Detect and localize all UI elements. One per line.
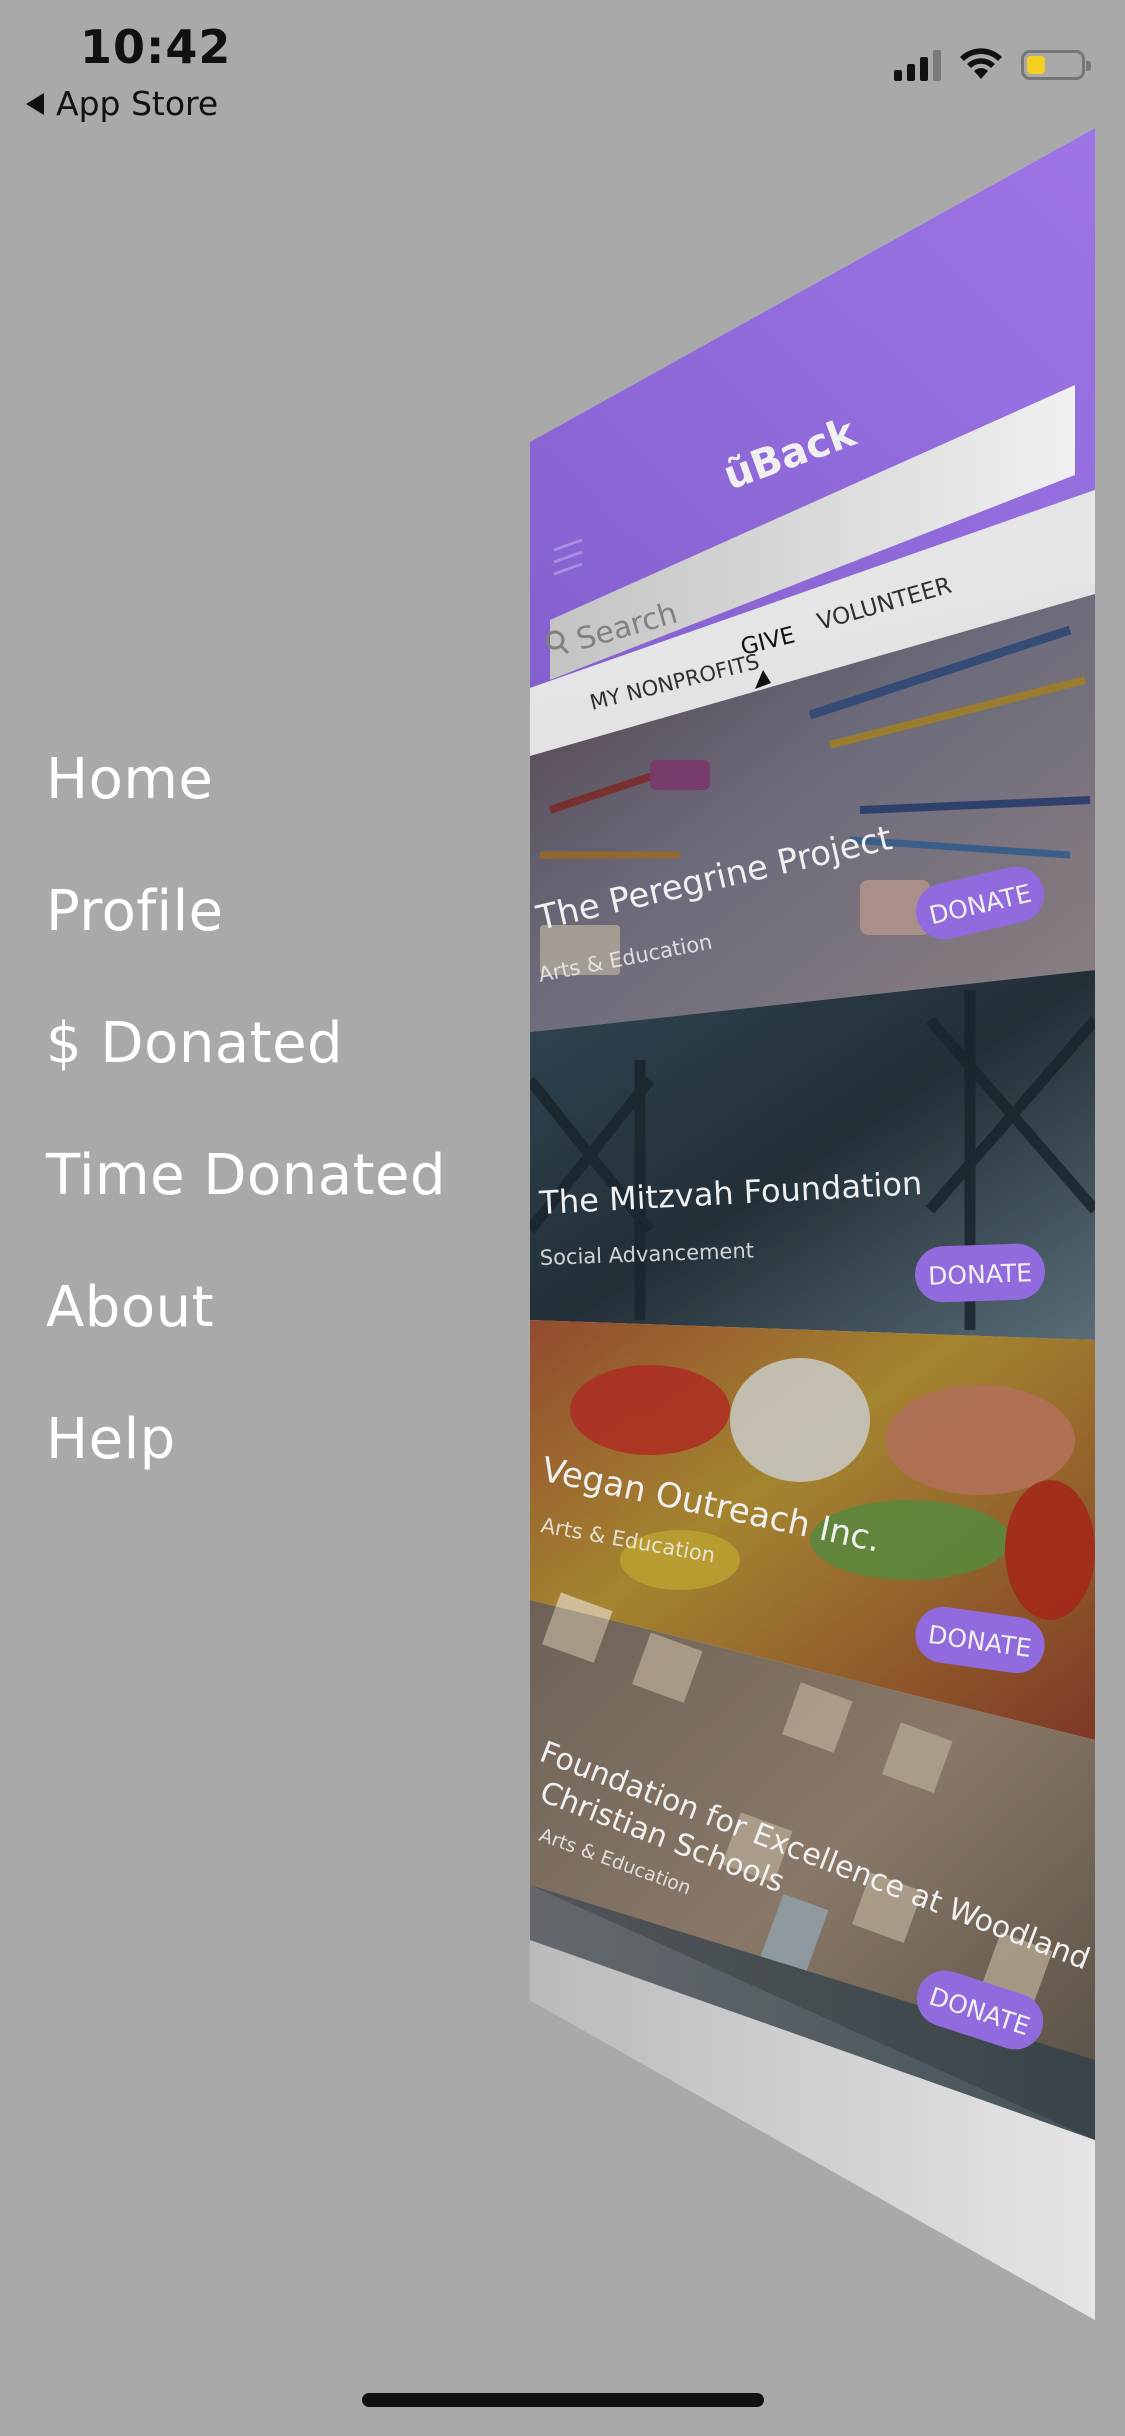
cellular-signal-icon [894, 49, 941, 81]
menu-item-home[interactable]: Home [46, 735, 446, 867]
app-panel-dim-overlay [530, 128, 1095, 2320]
side-menu: Home Profile $ Donated Time Donated Abou… [46, 735, 446, 1527]
app-preview-svg[interactable]: ũBack Search MY NONPROFITS GIVE VOLUNTEE… [530, 120, 1095, 2320]
menu-item-help[interactable]: Help [46, 1395, 446, 1527]
battery-icon [1021, 50, 1091, 80]
status-bar: 10:42 App Store [0, 0, 1125, 130]
status-time: 10:42 [80, 20, 232, 74]
back-link-label: App Store [56, 84, 219, 123]
wifi-icon [960, 48, 1002, 79]
back-arrow-icon [26, 92, 44, 115]
home-indicator[interactable] [362, 2393, 764, 2407]
menu-item-donated[interactable]: $ Donated [46, 999, 446, 1131]
battery-level-fill [1027, 56, 1046, 74]
menu-item-profile[interactable]: Profile [46, 867, 446, 999]
app-preview-panel[interactable]: ũBack Search MY NONPROFITS GIVE VOLUNTEE… [530, 120, 1095, 2320]
back-to-app-store-link[interactable]: App Store [26, 84, 218, 123]
menu-item-about[interactable]: About [46, 1263, 446, 1395]
menu-item-time-donated[interactable]: Time Donated [46, 1131, 446, 1263]
status-icons [894, 48, 1091, 82]
